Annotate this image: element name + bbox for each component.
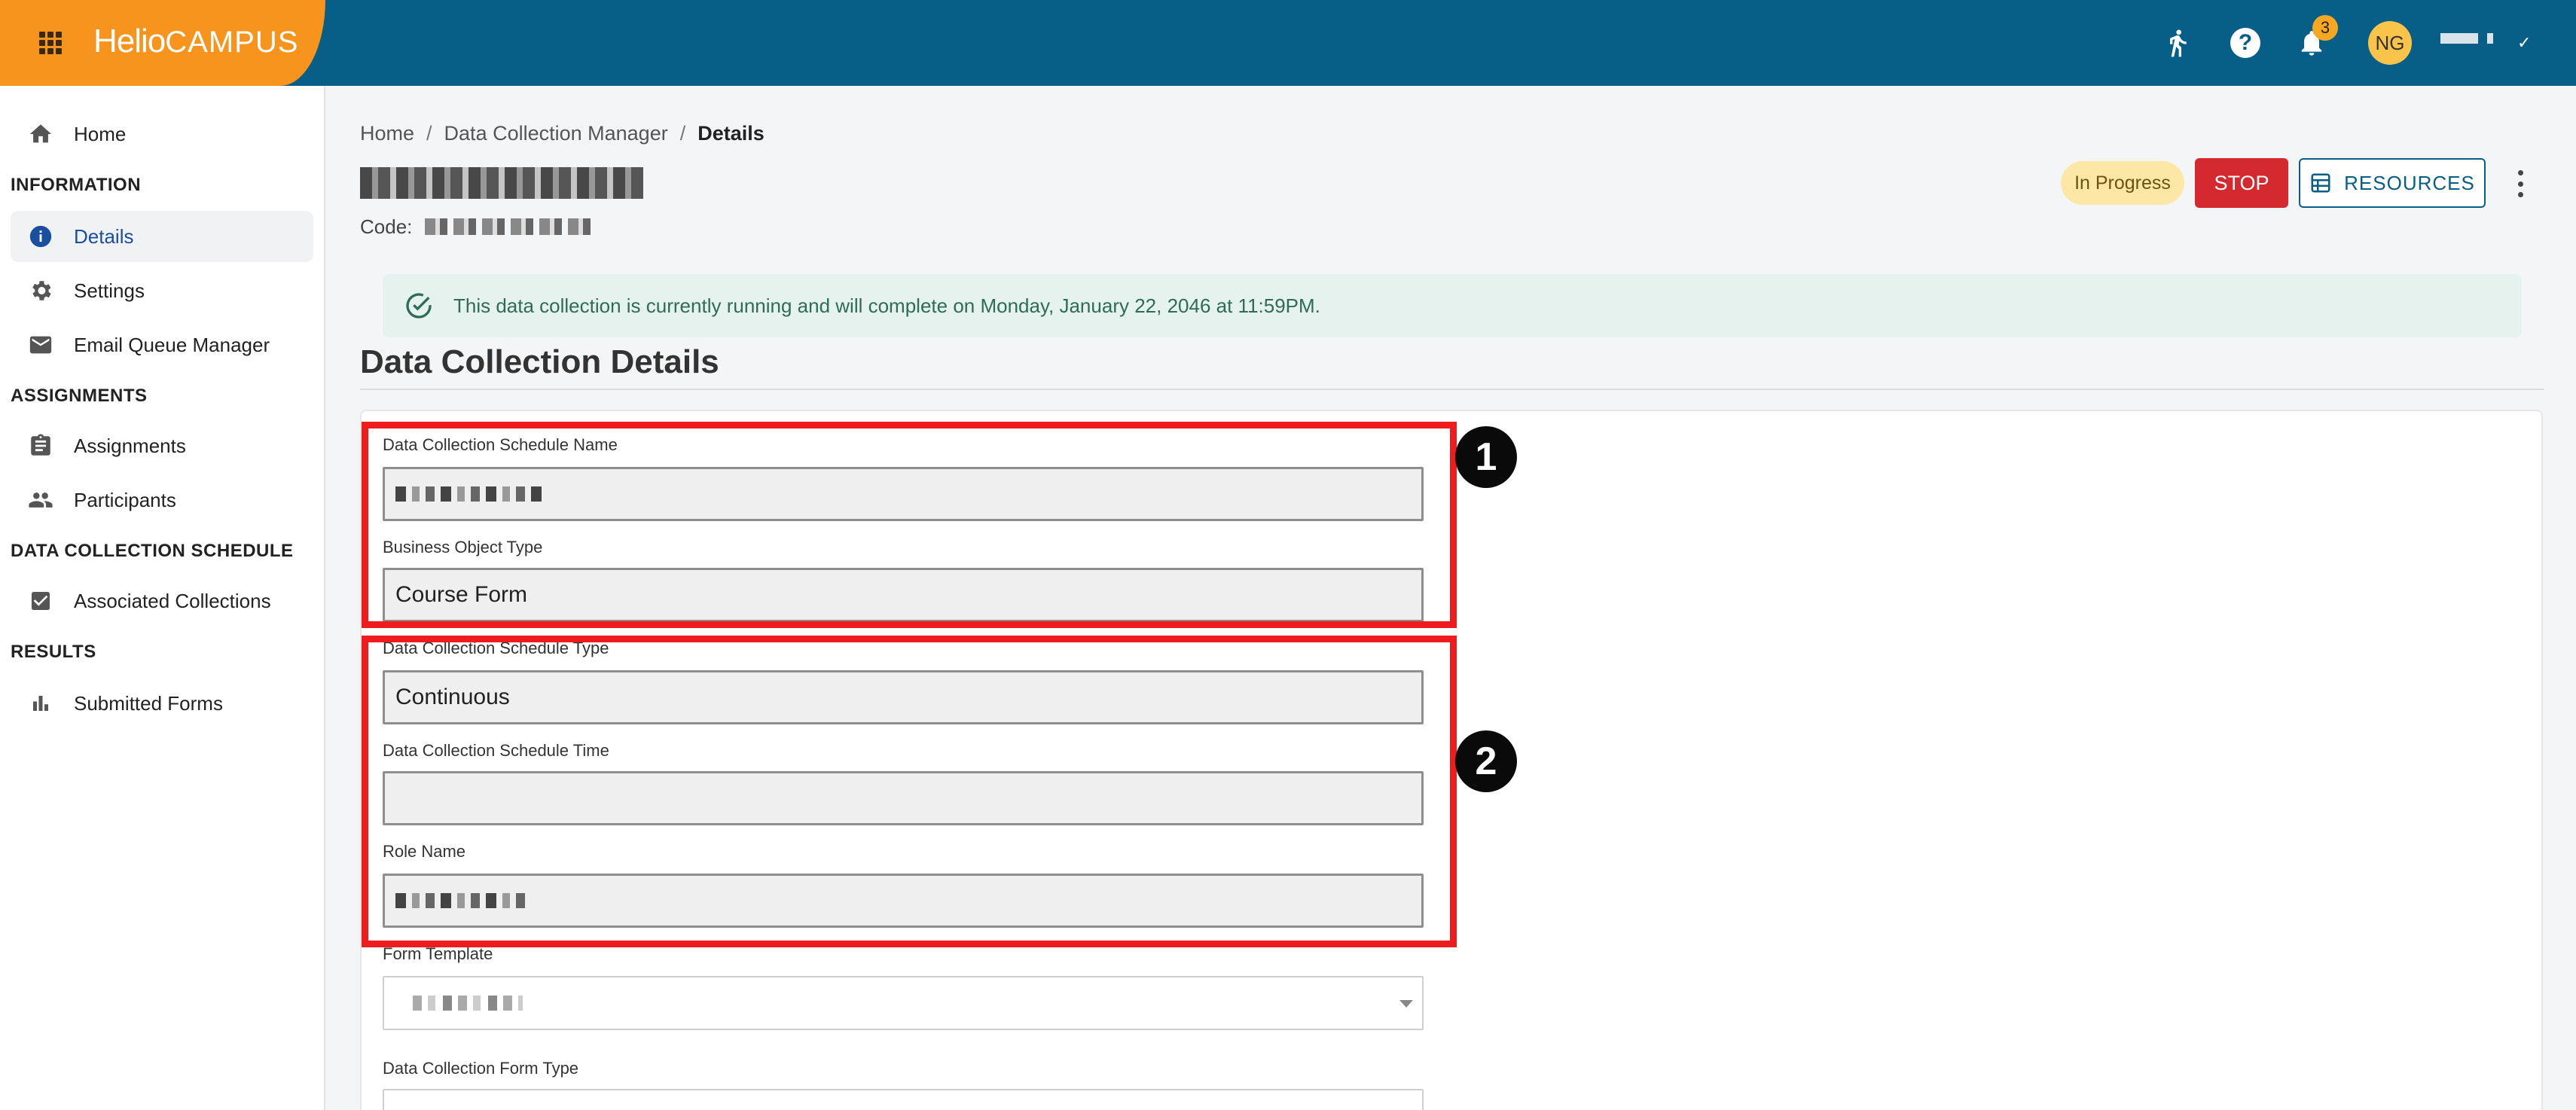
people-icon <box>27 486 54 514</box>
resources-icon <box>2311 173 2330 193</box>
user-name-redacted[interactable] <box>2440 33 2504 44</box>
clipboard-icon <box>27 432 54 459</box>
gear-icon <box>27 277 54 304</box>
sidebar-heading-results: RESULTS <box>11 642 96 662</box>
section-title: Data Collection Details <box>360 343 719 380</box>
bar-chart-icon <box>27 690 54 717</box>
sidebar-item-submitted-forms[interactable]: Submitted Forms <box>11 678 313 729</box>
breadcrumb-home[interactable]: Home <box>360 122 414 145</box>
checkbox-icon <box>27 587 54 614</box>
walkthrough-icon[interactable] <box>2160 26 2195 60</box>
sidebar-item-email-queue[interactable]: Email Queue Manager <box>11 319 313 371</box>
sidebar: Home INFORMATION Details Settings Email … <box>0 86 325 1110</box>
sidebar-item-associated-collections[interactable]: Associated Collections <box>11 575 313 627</box>
check-circle-icon <box>406 293 432 319</box>
more-options-icon[interactable] <box>2511 170 2529 197</box>
form-type-select[interactable] <box>383 1089 1424 1110</box>
code-value-redacted <box>425 218 591 235</box>
home-icon <box>27 120 54 148</box>
section-divider <box>360 389 2544 390</box>
notifications-count-badge: 3 <box>2312 15 2338 41</box>
code-label: Code: <box>360 215 413 238</box>
page-title-redacted <box>360 167 643 199</box>
step-marker-1: 1 <box>1455 426 1517 488</box>
alert-message: This data collection is currently runnin… <box>453 294 1320 317</box>
sidebar-heading-information: INFORMATION <box>11 175 142 195</box>
breadcrumb-current: Details <box>697 122 765 145</box>
sidebar-item-home[interactable]: Home <box>11 108 313 160</box>
helio-campus-logo[interactable]: HelioCAMPUS <box>93 23 298 60</box>
brand-area: HelioCAMPUS <box>0 0 325 86</box>
sidebar-item-details[interactable]: Details <box>11 211 313 262</box>
highlight-box-2 <box>362 636 1457 947</box>
sidebar-heading-dcs: DATA COLLECTION SCHEDULE <box>11 541 294 561</box>
stop-button[interactable]: STOP <box>2195 158 2288 208</box>
sidebar-item-assignments[interactable]: Assignments <box>11 420 313 471</box>
status-badge: In Progress <box>2061 161 2184 205</box>
apps-grid-icon[interactable] <box>39 32 62 54</box>
sidebar-heading-assignments: ASSIGNMENTS <box>11 386 148 406</box>
breadcrumb: Home / Data Collection Manager / Details <box>360 122 765 145</box>
resources-button[interactable]: RESOURCES <box>2299 158 2486 208</box>
highlight-box-1 <box>362 422 1457 628</box>
breadcrumb-manager[interactable]: Data Collection Manager <box>444 122 668 145</box>
step-marker-2: 2 <box>1455 730 1517 792</box>
form-template-redacted <box>413 996 523 1011</box>
top-app-bar: HelioCAMPUS ? 3 NG ✓ <box>0 0 2576 86</box>
form-template-select[interactable] <box>383 976 1424 1030</box>
status-alert: This data collection is currently runnin… <box>383 274 2522 337</box>
help-icon[interactable]: ? <box>2228 26 2263 60</box>
user-avatar[interactable]: NG <box>2368 21 2412 65</box>
mail-icon <box>27 331 54 358</box>
sidebar-item-participants[interactable]: Participants <box>11 474 313 526</box>
info-icon <box>27 223 54 250</box>
user-menu-chevron-icon[interactable]: ✓ <box>2517 33 2531 53</box>
sidebar-item-settings[interactable]: Settings <box>11 265 313 316</box>
chevron-down-icon <box>1399 1000 1413 1008</box>
form-type-label: Data Collection Form Type <box>383 1059 579 1078</box>
